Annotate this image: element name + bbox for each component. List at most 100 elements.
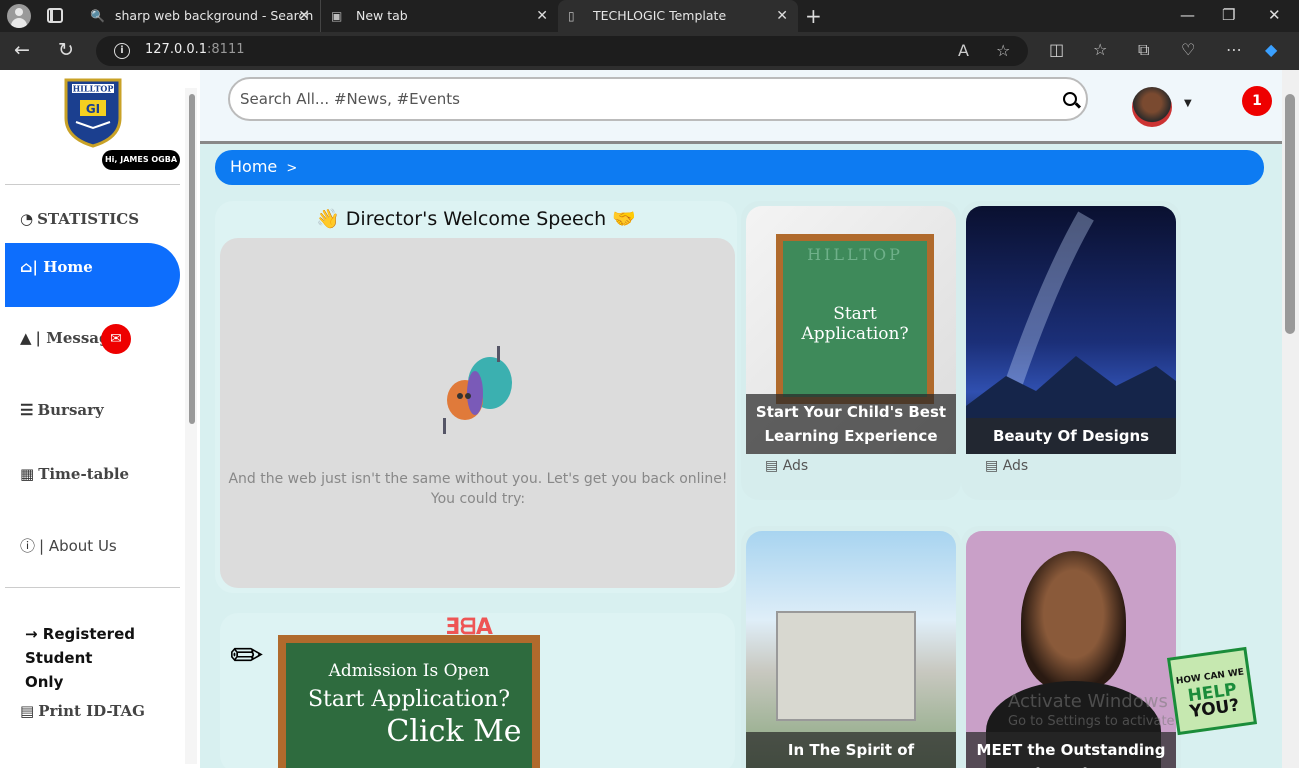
tab-new[interactable]: ▣ New tab ✕ [320, 0, 558, 32]
address-bar: ← ↻ i 127.0.0.1:8111 A ☆ ◫ ☆ ⧉ ♡ ⋯ ◆ [0, 32, 1299, 70]
notification-bell-icon[interactable]: 1 [1242, 86, 1272, 116]
ad-card-designs[interactable]: Beauty Of Designs ▤ Ads [961, 201, 1181, 500]
card-caption: Start Your Child's Best Learning Experie… [746, 394, 956, 454]
user-avatar[interactable] [1132, 87, 1172, 127]
sidebar-item-home[interactable]: ⌂| Home [5, 243, 180, 307]
url-host: 127.0.0.1 [145, 42, 208, 57]
sidebar: HILLTOP GI Hi, JAMES OGBA ◔ STATISTICS ⌂|… [0, 70, 200, 768]
search-input[interactable]: Search All... #News, #Events [228, 77, 1088, 121]
newspaper-icon: ▤ [765, 458, 783, 474]
offline-message: And the web just isn't the same without … [228, 471, 728, 507]
ad-image: Beauty Of Designs [966, 206, 1176, 454]
card-caption: Beauty Of Designs [966, 418, 1176, 454]
tab-search[interactable]: 🔍 sharp web background - Search ✕ [80, 0, 320, 32]
new-tab-button[interactable]: + [805, 4, 822, 28]
handshake-icon: 🤝 [606, 208, 636, 230]
offline-frame: And the web just isn't the same without … [220, 238, 735, 588]
help-widget[interactable]: HOW CAN WE HELP YOU? [1166, 646, 1258, 736]
back-button[interactable]: ← [14, 38, 30, 62]
search-icon[interactable] [1063, 92, 1077, 106]
bell-icon: ▲ [20, 329, 32, 347]
minimize-button[interactable]: — [1180, 6, 1195, 24]
logo-text: HILLTOP [73, 84, 114, 94]
close-icon[interactable]: ✕ [536, 0, 548, 32]
newtab-icon: ▣ [331, 9, 343, 23]
board-text: Start Application? [801, 304, 909, 344]
board-header: HILLTOP [807, 245, 903, 264]
sidebar-item-bursary[interactable]: ☰ Bursary [20, 401, 104, 419]
pencils-icon: ✏ [230, 633, 264, 679]
url-port: :8111 [207, 42, 245, 57]
chalkboard-image[interactable]: Admission Is Open Start Application? Cli… [278, 635, 540, 768]
card-champions[interactable]: MEET the Outstanding Champions [961, 526, 1181, 768]
waving-hand-icon: 👋 [316, 208, 346, 230]
windows-watermark: Activate Windows [1008, 691, 1168, 712]
ads-label: Ads [1002, 458, 1029, 474]
sidebar-item-timetable[interactable]: ▦ Time-table [20, 465, 129, 483]
sidebar-item-statistics[interactable]: ◔ STATISTICS [20, 210, 139, 228]
more-menu-icon[interactable]: ⋯ [1226, 41, 1242, 59]
breadcrumb-home[interactable]: Home [230, 157, 277, 176]
dashboard-icon: ◔ [20, 210, 34, 228]
copilot-icon[interactable]: ◆ [1265, 41, 1277, 59]
sidebar-item-about[interactable]: ⓘ | About Us [20, 535, 117, 556]
admission-line1: Admission Is Open [328, 661, 490, 681]
director-title: Director's Welcome Speech [345, 208, 607, 230]
close-icon[interactable]: ✕ [298, 0, 310, 32]
champion-photo: MEET the Outstanding Champions [966, 531, 1176, 768]
admission-line3[interactable]: Click Me [286, 714, 532, 749]
divider [5, 587, 180, 588]
chalkboard-image: HILLTOP Start Application? [776, 234, 934, 404]
ad-image: HILLTOP Start Application? Start Your Ch… [746, 206, 956, 454]
main-content: Search All... #News, #Events ▼ 1 Home > … [200, 70, 1282, 768]
home-icon: ⌂ [20, 258, 33, 276]
admission-banner[interactable]: Admission Is Open Start Application? Cli… [220, 613, 735, 768]
school-logo: HILLTOP GI [64, 78, 122, 148]
info-icon[interactable]: i [114, 43, 130, 59]
calendar-icon: ▦ [20, 465, 35, 483]
card-caption: MEET the Outstanding Champions [966, 732, 1176, 768]
tab-active[interactable]: ▯ TECHLOGIC Template ✕ [558, 0, 798, 32]
sidebar-item-print-id[interactable]: ▤ Print ID-TAG [20, 702, 145, 720]
abc-blocks-icon: ƎᗺA [445, 615, 493, 640]
search-icon: 🔍 [90, 9, 105, 23]
split-screen-icon[interactable]: ◫ [1049, 41, 1064, 59]
refresh-button[interactable]: ↻ [58, 38, 74, 62]
info-icon: ⓘ [20, 537, 36, 555]
window-close-button[interactable]: ✕ [1268, 6, 1281, 24]
favorite-star-icon[interactable]: ☆ [996, 42, 1010, 60]
book-icon: ▤ [20, 702, 35, 720]
registered-students-link[interactable]: → Registered Student Only [25, 622, 135, 694]
tab-actions-icon[interactable] [47, 8, 63, 23]
card-caption: In The Spirit of ONENESS [746, 732, 956, 768]
sidebar-scroll-thumb[interactable] [189, 94, 195, 424]
top-header: Search All... #News, #Events ▼ 1 [200, 70, 1282, 144]
list-icon: ☰ [20, 401, 34, 419]
chevron-down-icon[interactable]: ▼ [1184, 98, 1192, 109]
page-scroll-thumb[interactable] [1285, 94, 1295, 334]
user-greeting-badge: Hi, JAMES OGBA [102, 150, 180, 170]
favorites-icon[interactable]: ☆ [1093, 41, 1107, 59]
profile-icon[interactable] [7, 4, 31, 28]
offline-dino-icon [443, 346, 512, 434]
webpage: HILLTOP GI Hi, JAMES OGBA ◔ STATISTICS ⌂|… [0, 70, 1299, 768]
school-building-image: In The Spirit of ONENESS [746, 531, 956, 768]
admission-line2: Start Application? [307, 687, 511, 712]
director-welcome-card: 👋 Director's Welcome Speech 🤝 And the we… [215, 201, 737, 593]
collections-icon[interactable]: ⧉ [1138, 41, 1149, 59]
portrait-shape [1021, 551, 1126, 691]
close-icon[interactable]: ✕ [776, 0, 788, 32]
breadcrumb-separator: > [286, 161, 298, 176]
mail-badge-icon[interactable]: ✉ [101, 324, 131, 354]
svg-text:GI: GI [86, 102, 100, 116]
read-aloud-icon[interactable]: A [958, 42, 969, 60]
building-shape [776, 611, 916, 721]
card-oneness[interactable]: In The Spirit of ONENESS [741, 526, 961, 768]
restore-button[interactable]: ❐ [1222, 6, 1235, 24]
browser-essentials-icon[interactable]: ♡ [1181, 41, 1195, 59]
divider [5, 184, 180, 185]
ad-card-application[interactable]: HILLTOP Start Application? Start Your Ch… [741, 201, 961, 500]
breadcrumb: Home > [215, 150, 1264, 185]
url-field[interactable]: i 127.0.0.1:8111 A ☆ [96, 36, 1028, 66]
night-sky-image [966, 211, 1176, 454]
